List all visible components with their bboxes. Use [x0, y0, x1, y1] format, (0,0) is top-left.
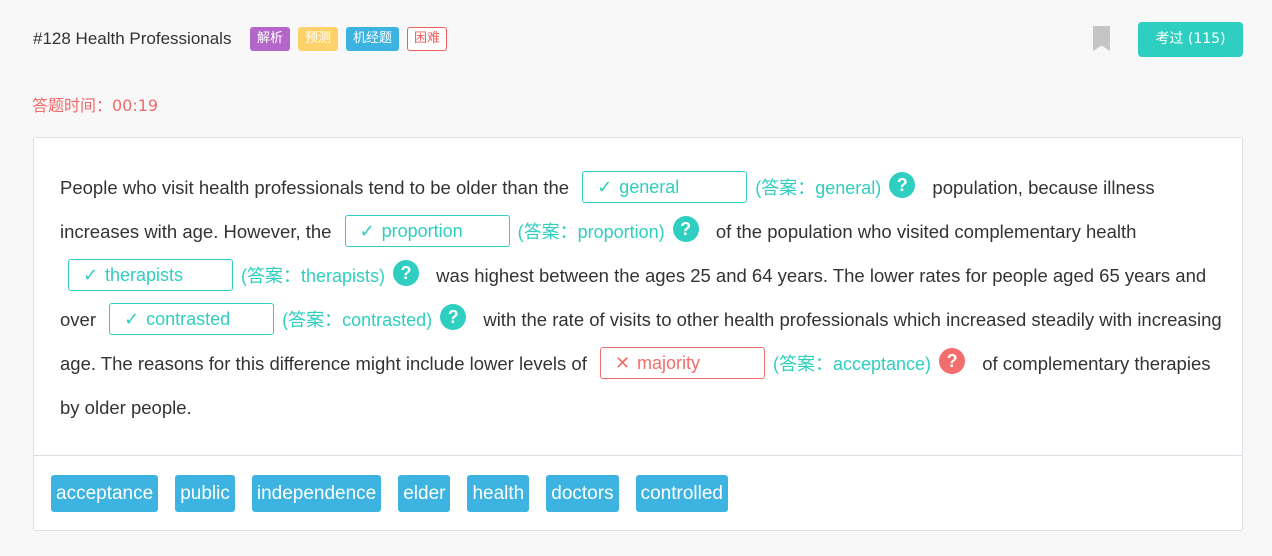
divider: [34, 455, 1242, 456]
help-icon[interactable]: ?: [939, 348, 966, 375]
passage-text: People who visit health professionals te…: [60, 177, 570, 198]
check-icon: ✓: [597, 177, 613, 198]
blank-value: proportion: [381, 221, 463, 242]
correct-answer: (答案：acceptance): [773, 354, 932, 374]
question-card: People who visit health professionals te…: [33, 137, 1243, 531]
check-icon: ✓: [83, 265, 99, 286]
blank-3[interactable]: ✓ therapists: [68, 259, 233, 292]
passage: People who visit health professionals te…: [60, 166, 1224, 430]
passage-text: of the population who visited complement…: [715, 221, 1137, 242]
check-icon: ✓: [359, 221, 375, 242]
correct-answer: (答案：general): [755, 178, 882, 198]
help-icon[interactable]: ?: [672, 216, 699, 243]
option-chip[interactable]: doctors: [546, 475, 619, 512]
help-icon[interactable]: ?: [393, 260, 420, 287]
blank-2[interactable]: ✓ proportion: [344, 215, 510, 248]
option-bank: acceptance public independence elder hea…: [51, 475, 745, 512]
answer-timer: 答题时间：00:19: [32, 96, 159, 115]
tag-exam-question[interactable]: 机经题: [346, 27, 400, 51]
bookmark-icon[interactable]: [1093, 26, 1110, 51]
help-icon[interactable]: ?: [440, 304, 467, 331]
blank-5[interactable]: ✕ majority: [600, 347, 765, 380]
blank-value: therapists: [105, 265, 184, 286]
option-chip[interactable]: health: [467, 475, 530, 512]
tag-prediction[interactable]: 预测: [298, 27, 339, 51]
correct-answer: (答案：proportion): [517, 222, 665, 242]
option-chip[interactable]: acceptance: [51, 475, 159, 512]
cross-icon: ✕: [615, 353, 631, 374]
blank-value: contrasted: [146, 309, 231, 330]
correct-answer: (答案：therapists): [241, 266, 386, 286]
option-chip[interactable]: elder: [398, 475, 451, 512]
blank-1[interactable]: ✓ general: [582, 171, 748, 204]
header: #128 Health Professionals 解析 预测 机经题 困难 考…: [33, 22, 1243, 58]
option-chip[interactable]: independence: [251, 475, 382, 512]
blank-value: majority: [637, 353, 701, 374]
check-icon: ✓: [124, 309, 140, 330]
option-chip[interactable]: controlled: [635, 475, 728, 512]
option-chip[interactable]: public: [175, 475, 235, 512]
blank-value: general: [619, 177, 680, 198]
question-title: #128 Health Professionals: [33, 29, 232, 48]
tested-count-button[interactable]: 考过 (115): [1138, 22, 1243, 57]
help-icon[interactable]: ?: [889, 172, 916, 199]
blank-4[interactable]: ✓ contrasted: [109, 303, 275, 336]
tag-difficulty[interactable]: 困难: [407, 27, 448, 51]
correct-answer: (答案：contrasted): [282, 310, 433, 330]
tag-analysis[interactable]: 解析: [250, 27, 291, 51]
tag-list: 解析 预测 机经题 困难: [250, 27, 448, 51]
